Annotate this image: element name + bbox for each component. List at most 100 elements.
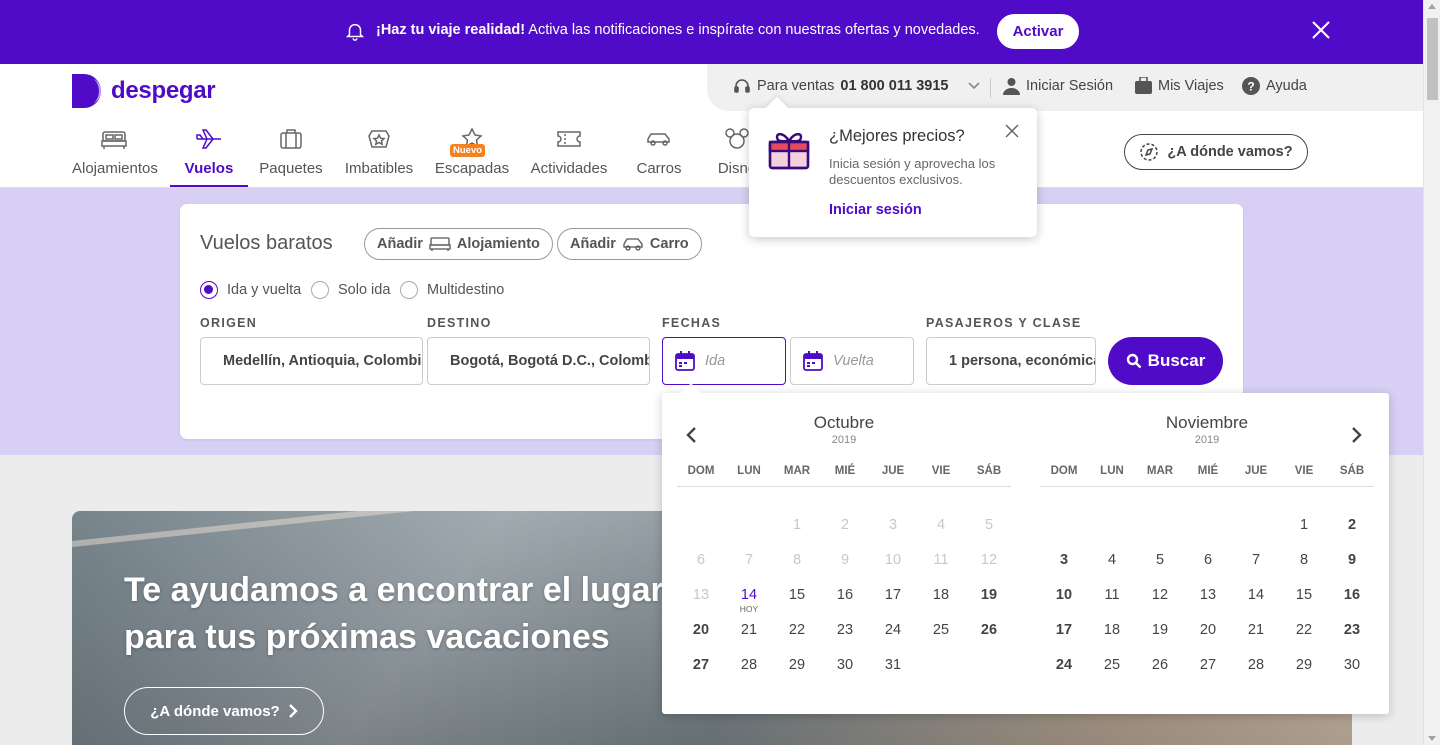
return-date-field[interactable]: Vuelta [790,337,914,385]
calendar-day[interactable]: 4 [1088,552,1136,568]
calendar-day[interactable]: 13 [1184,587,1232,603]
calendar-day[interactable]: 11 [1088,587,1136,603]
add-car-button[interactable]: Añadir Carro [557,228,702,260]
login-link[interactable]: Iniciar Sesión [1003,77,1113,95]
calendar-day[interactable]: 19 [1136,622,1184,638]
add-car-label: Carro [649,236,689,252]
calendar-day[interactable]: 23 [1328,622,1376,638]
activate-button[interactable]: Activar [997,14,1079,49]
calendar-day[interactable]: 29 [773,657,821,673]
trip-type-multicity[interactable]: Multidestino [400,281,504,299]
close-icon[interactable] [1310,19,1332,41]
destination-field[interactable]: Bogotá, Bogotá D.C., Colombia [427,337,650,385]
day-number: 10 [1055,587,1073,603]
nav-imbatibles[interactable]: Imbatibles [343,124,415,187]
calendar-day[interactable]: 16 [1328,587,1376,603]
calendar-day[interactable]: 18 [1088,622,1136,638]
calendar-day[interactable]: 24 [869,622,917,638]
add-hotel-button[interactable]: Añadir Alojamiento [364,228,553,260]
notification-banner: ¡Haz tu viaje realidad! Activa las notif… [0,0,1423,64]
nav-actividades[interactable]: Actividades [528,124,610,187]
calendar-day[interactable]: 29 [1280,657,1328,673]
scroll-down-arrow[interactable] [1428,736,1436,741]
scroll-up-arrow[interactable] [1428,4,1436,9]
day-number: 27 [1199,657,1217,673]
hero-cta-button[interactable]: ¿A dónde vamos? [124,687,324,735]
calendar-day[interactable]: 18 [917,587,965,603]
origin-field[interactable]: Medellín, Antioquia, Colombia [200,337,423,385]
calendar-day[interactable]: 5 [1136,552,1184,568]
calendar-day[interactable]: 2 [1328,517,1376,533]
radio-button[interactable] [311,281,329,299]
trip-type-oneway[interactable]: Solo ida [311,281,390,299]
calendar-day[interactable]: 31 [869,657,917,673]
calendar-day[interactable]: 17 [869,587,917,603]
close-icon[interactable] [1005,124,1019,138]
hero-cta-label: ¿A dónde vamos? [150,702,280,720]
calendar-day[interactable]: 15 [1280,587,1328,603]
depart-date-field[interactable]: Ida [662,337,786,385]
nav-paquetes[interactable]: Paquetes [258,124,324,187]
calendar-day[interactable]: 28 [725,657,773,673]
calendar-day[interactable]: 21 [725,622,773,638]
calendar-day[interactable]: 20 [1184,622,1232,638]
calendar-day[interactable]: 25 [917,622,965,638]
nav-escapadas[interactable]: Nuevo Escapadas [434,124,510,187]
calendar-day[interactable]: 9 [1328,552,1376,568]
calendar-day[interactable]: 3 [1040,552,1088,568]
nav-carros[interactable]: Carros [630,124,688,187]
calendar-day[interactable]: 23 [821,622,869,638]
calendar-day[interactable]: 25 [1088,657,1136,673]
calendar-day[interactable]: 15 [773,587,821,603]
day-number: 2 [840,517,850,533]
today-label: HOY [739,604,759,614]
help-link[interactable]: ? Ayuda [1242,77,1307,95]
calendar-day-today[interactable]: 14 HOY [725,587,773,614]
calendar-day[interactable]: 30 [1328,657,1376,673]
calendar-day[interactable]: 27 [1184,657,1232,673]
sales-phone[interactable]: Para ventas 01 800 011 3915 [733,77,981,95]
calendar-day[interactable]: 1 [1280,517,1328,533]
calendar-month-november: Noviembre 2019 DOM LUN MAR MIÉ JUE VIE SÁB 123… [1040,413,1374,673]
calendar-day[interactable]: 30 [821,657,869,673]
popover-description: Inicia sesión y aprovecha los descuentos… [829,156,996,187]
radio-button[interactable] [200,281,218,299]
search-icon [1126,353,1142,369]
calendar-day[interactable]: 14 [1232,587,1280,603]
calendar-day[interactable]: 16 [821,587,869,603]
calendar-day[interactable]: 28 [1232,657,1280,673]
popover-login-link[interactable]: Iniciar sesión [829,202,922,218]
scroll-thumb[interactable] [1427,18,1438,100]
calendar-day[interactable]: 7 [1232,552,1280,568]
calendar-day[interactable]: 20 [677,622,725,638]
calendar-day[interactable]: 8 [1280,552,1328,568]
calendar-day[interactable]: 17 [1040,622,1088,638]
calendar-day[interactable]: 22 [773,622,821,638]
nav-alojamientos[interactable]: Alojamientos [72,124,158,187]
search-button[interactable]: Buscar [1108,337,1223,385]
logo[interactable]: despegar [72,74,216,108]
radio-button[interactable] [400,281,418,299]
day-number: 31 [884,657,902,673]
calendar-day[interactable]: 12 [1136,587,1184,603]
calendar-day[interactable]: 27 [677,657,725,673]
calendar-day[interactable]: 6 [1184,552,1232,568]
calendar-day[interactable]: 26 [965,622,1013,638]
day-number: 29 [1295,657,1313,673]
day-number: 17 [884,587,902,603]
calendar-day[interactable]: 22 [1280,622,1328,638]
day-number: 19 [980,587,998,603]
calendar-day[interactable]: 21 [1232,622,1280,638]
day-number: 17 [1055,622,1073,638]
calendar-day[interactable]: 24 [1040,657,1088,673]
calendar-day[interactable]: 10 [1040,587,1088,603]
calendar-day[interactable]: 19 [965,587,1013,603]
where-to-button[interactable]: ¿A dónde vamos? [1124,134,1308,170]
nav-vuelos[interactable]: Vuelos [170,124,248,187]
calendar-day[interactable]: 26 [1136,657,1184,673]
my-trips-link[interactable]: Mis Viajes [1135,77,1224,95]
passengers-field[interactable]: 1 persona, económica [926,337,1096,385]
trip-type-roundtrip[interactable]: Ida y vuelta [200,281,301,299]
page-scrollbar[interactable] [1423,0,1440,745]
my-trips-label: Mis Viajes [1158,78,1224,94]
